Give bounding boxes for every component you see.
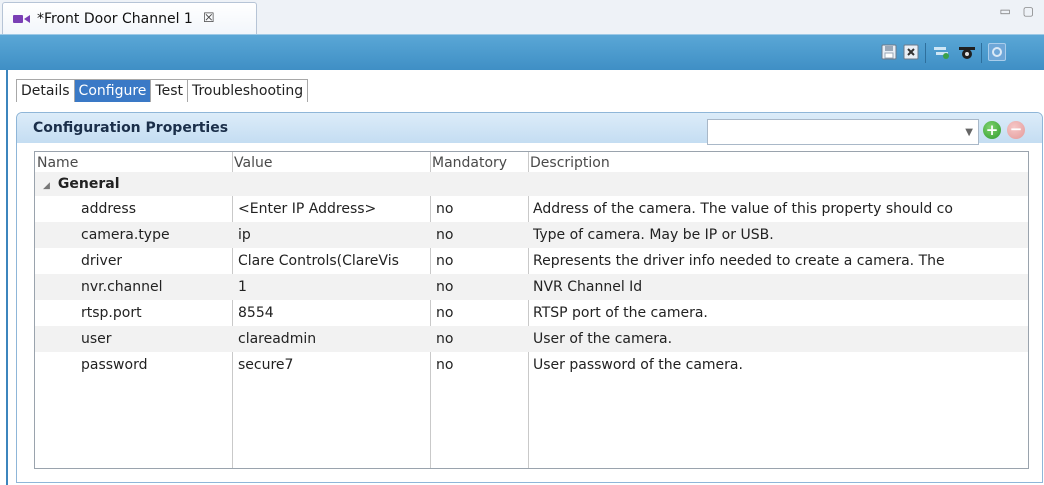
property-description: Type of camera. May be IP or USB.	[533, 227, 774, 243]
property-value[interactable]: clareadmin	[238, 326, 428, 352]
tab-troubleshooting[interactable]: Troubleshooting	[188, 80, 307, 102]
property-mandatory: no	[436, 201, 454, 217]
close-icon[interactable]: ☒	[203, 11, 215, 26]
editor-tab[interactable]: *Front Door Channel 1 ☒	[2, 2, 257, 34]
save-icon[interactable]	[880, 43, 898, 61]
column-header-mandatory[interactable]: Mandatory	[432, 152, 507, 174]
properties-table[interactable]: Name Value Mandatory Description ◢ Genera…	[34, 151, 1029, 469]
property-name: rtsp.port	[81, 305, 142, 321]
property-name: nvr.channel	[81, 279, 163, 295]
property-mandatory: no	[436, 227, 454, 243]
property-description: Address of the camera. The value of this…	[533, 201, 953, 217]
collapse-twisty-icon[interactable]: ◢	[43, 181, 50, 191]
configuration-properties-section: Configuration Properties ▼ + − Name Valu…	[16, 112, 1043, 483]
editor-tab-strip: *Front Door Channel 1 ☒ ▭ ▢	[0, 0, 1044, 34]
property-name: address	[81, 201, 137, 217]
property-name: driver	[81, 253, 123, 269]
section-title: Configuration Properties	[33, 120, 229, 136]
table-row[interactable]: password secure7 no User password of the…	[35, 352, 1028, 378]
group-label: General	[57, 176, 120, 192]
property-value[interactable]: <Enter IP Address>	[238, 196, 428, 222]
column-header-description[interactable]: Description	[530, 152, 610, 174]
table-row[interactable]: nvr.channel 1 no NVR Channel Id	[35, 274, 1028, 300]
column-header-value[interactable]: Value	[234, 152, 272, 174]
editor-frame-border	[6, 70, 8, 485]
property-value[interactable]: 1	[238, 274, 428, 300]
camera-icon	[13, 13, 31, 25]
toolbar-separator	[981, 43, 982, 63]
window-controls[interactable]: ▭ ▢	[1000, 4, 1039, 18]
table-row[interactable]: rtsp.port 8554 no RTSP port of the camer…	[35, 300, 1028, 326]
column-header-name[interactable]: Name	[37, 152, 78, 174]
configuration-tabs: Details Configure Test Troubleshooting	[16, 79, 309, 102]
property-description: User password of the camera.	[533, 357, 743, 373]
property-value[interactable]: ip	[238, 222, 428, 248]
tab-test[interactable]: Test	[151, 80, 188, 102]
property-mandatory: no	[436, 279, 454, 295]
revert-icon[interactable]	[902, 43, 920, 61]
table-row[interactable]: driver Clare Controls(ClareVis no Repres…	[35, 248, 1028, 274]
toolbar-separator	[925, 43, 926, 63]
property-mandatory: no	[436, 331, 454, 347]
property-description: RTSP port of the camera.	[533, 305, 708, 321]
remove-property-button[interactable]: −	[1007, 121, 1025, 139]
settings-icon[interactable]	[988, 43, 1006, 61]
group-cell: ◢ General	[43, 172, 120, 196]
table-group-row[interactable]: ◢ General	[35, 172, 1028, 196]
table-row[interactable]: address <Enter IP Address> no Address of…	[35, 196, 1028, 222]
property-description: User of the camera.	[533, 331, 673, 347]
property-description: NVR Channel Id	[533, 279, 643, 295]
property-value[interactable]: 8554	[238, 300, 428, 326]
camera-filter-icon[interactable]	[932, 43, 950, 61]
camera-view-icon[interactable]	[958, 43, 976, 61]
add-property-button[interactable]: +	[983, 121, 1001, 139]
property-name: user	[81, 331, 112, 347]
tab-details[interactable]: Details	[17, 80, 75, 102]
property-name: camera.type	[81, 227, 170, 243]
editor-toolbar	[0, 34, 1044, 70]
table-row[interactable]: camera.type ip no Type of camera. May be…	[35, 222, 1028, 248]
table-header: Name Value Mandatory Description	[35, 152, 1028, 174]
section-header: Configuration Properties ▼ + −	[17, 113, 1042, 145]
table-row[interactable]: user clareadmin no User of the camera.	[35, 326, 1028, 352]
property-combo[interactable]: ▼	[707, 119, 979, 145]
property-value[interactable]: Clare Controls(ClareVis	[238, 248, 428, 274]
property-mandatory: no	[436, 357, 454, 373]
property-mandatory: no	[436, 305, 454, 321]
tab-configure[interactable]: Configure	[74, 80, 152, 102]
editor-tab-title: *Front Door Channel 1	[37, 10, 193, 27]
property-mandatory: no	[436, 253, 454, 269]
property-name: password	[81, 357, 148, 373]
chevron-down-icon[interactable]: ▼	[965, 127, 973, 138]
property-description: Represents the driver info needed to cre…	[533, 253, 945, 269]
property-value[interactable]: secure7	[238, 352, 428, 378]
